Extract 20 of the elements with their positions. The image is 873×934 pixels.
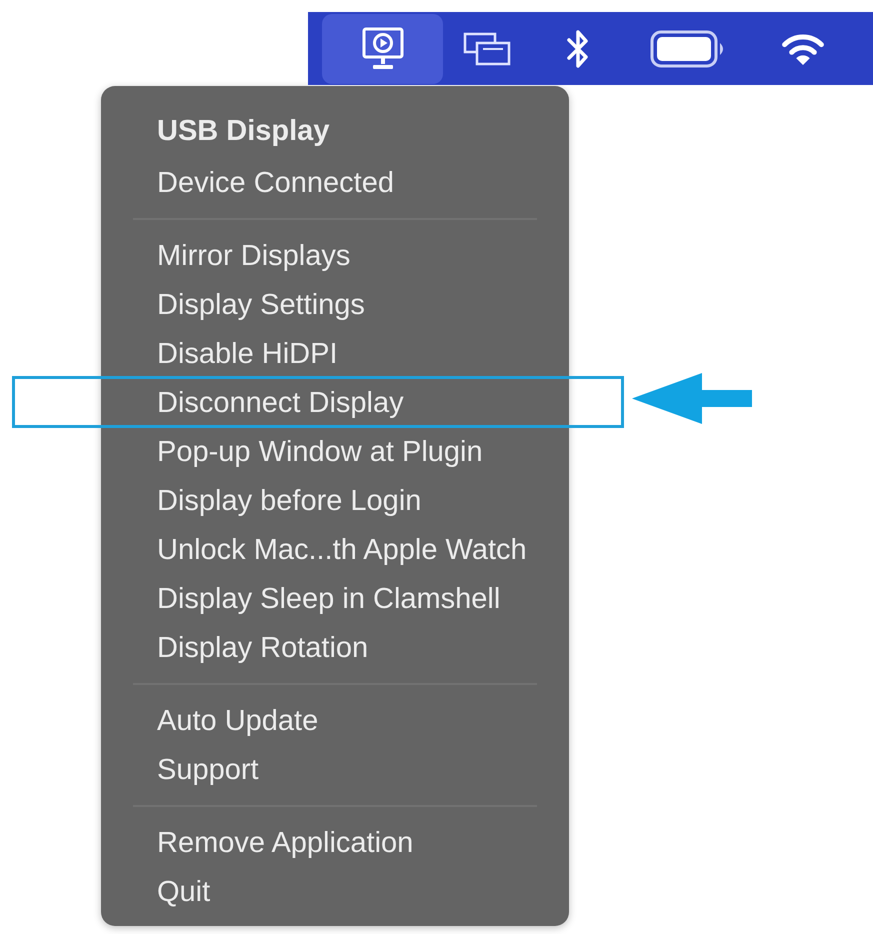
menu-item[interactable]: Unlock Mac...th Apple Watch <box>157 532 527 566</box>
menu-item[interactable]: Pop-up Window at Plugin <box>157 434 483 468</box>
menu-item[interactable]: Quit <box>157 874 210 908</box>
menu-item[interactable]: Disconnect Display <box>157 386 404 420</box>
menu-title: USB Display <box>157 114 330 148</box>
menu-item[interactable]: Auto Update <box>157 704 318 738</box>
menu-item[interactable]: Display Rotation <box>157 630 368 664</box>
menu-item[interactable]: Remove Application <box>157 826 414 860</box>
status-text: Device Connected <box>157 166 394 200</box>
menu-bar-button[interactable] <box>322 14 443 84</box>
menu-item[interactable]: Display Settings <box>157 288 365 322</box>
menu-item[interactable]: Support <box>157 752 259 786</box>
bluetooth-icon[interactable] <box>566 28 590 70</box>
overlapping-windows-icon[interactable] <box>463 32 511 66</box>
menu-item[interactable]: Mirror Displays <box>157 238 350 272</box>
menu-item[interactable]: Display Sleep in Clamshell <box>157 582 500 616</box>
menu-item[interactable]: Display before Login <box>157 484 422 518</box>
battery-icon[interactable] <box>650 30 726 68</box>
menu-item[interactable]: Disable HiDPI <box>157 336 338 370</box>
monitor-play-icon[interactable] <box>362 26 404 70</box>
